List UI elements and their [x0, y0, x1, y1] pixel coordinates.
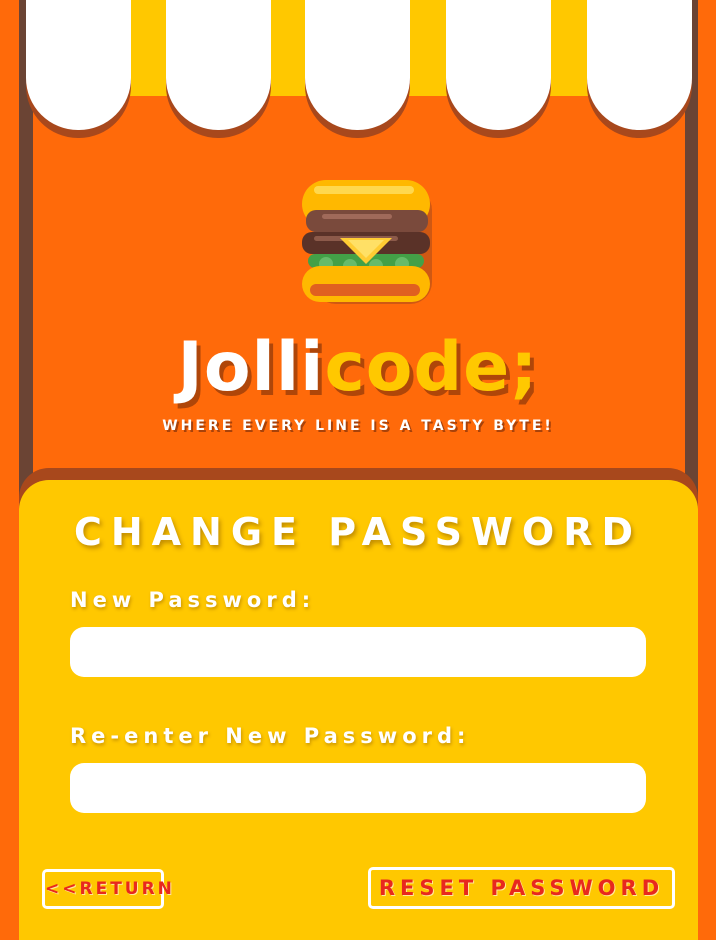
brand-tagline: WHERE EVERY LINE IS A TASTY BYTE!	[162, 418, 554, 434]
brand-name-part2: code;	[324, 328, 539, 407]
awning-scallop	[26, 0, 131, 130]
awning-scallop	[446, 0, 551, 130]
awning-scallop	[587, 0, 692, 130]
reset-password-button[interactable]: RESET PASSWORD	[368, 867, 675, 909]
new-password-label: New Password:	[70, 588, 316, 612]
brand-name-part1: Jolli	[177, 328, 325, 407]
reenter-password-label: Re-enter New Password:	[70, 724, 471, 748]
page-title: CHANGE PASSWORD	[73, 510, 643, 554]
awning-scallop	[305, 0, 410, 130]
brand-wordmark: Jollicode;	[0, 328, 716, 408]
awning-scallop	[166, 0, 271, 130]
burger-icon	[300, 178, 434, 306]
reenter-password-input[interactable]	[70, 763, 646, 813]
return-button[interactable]: <<RETURN	[42, 869, 172, 909]
new-password-input[interactable]	[70, 627, 646, 677]
